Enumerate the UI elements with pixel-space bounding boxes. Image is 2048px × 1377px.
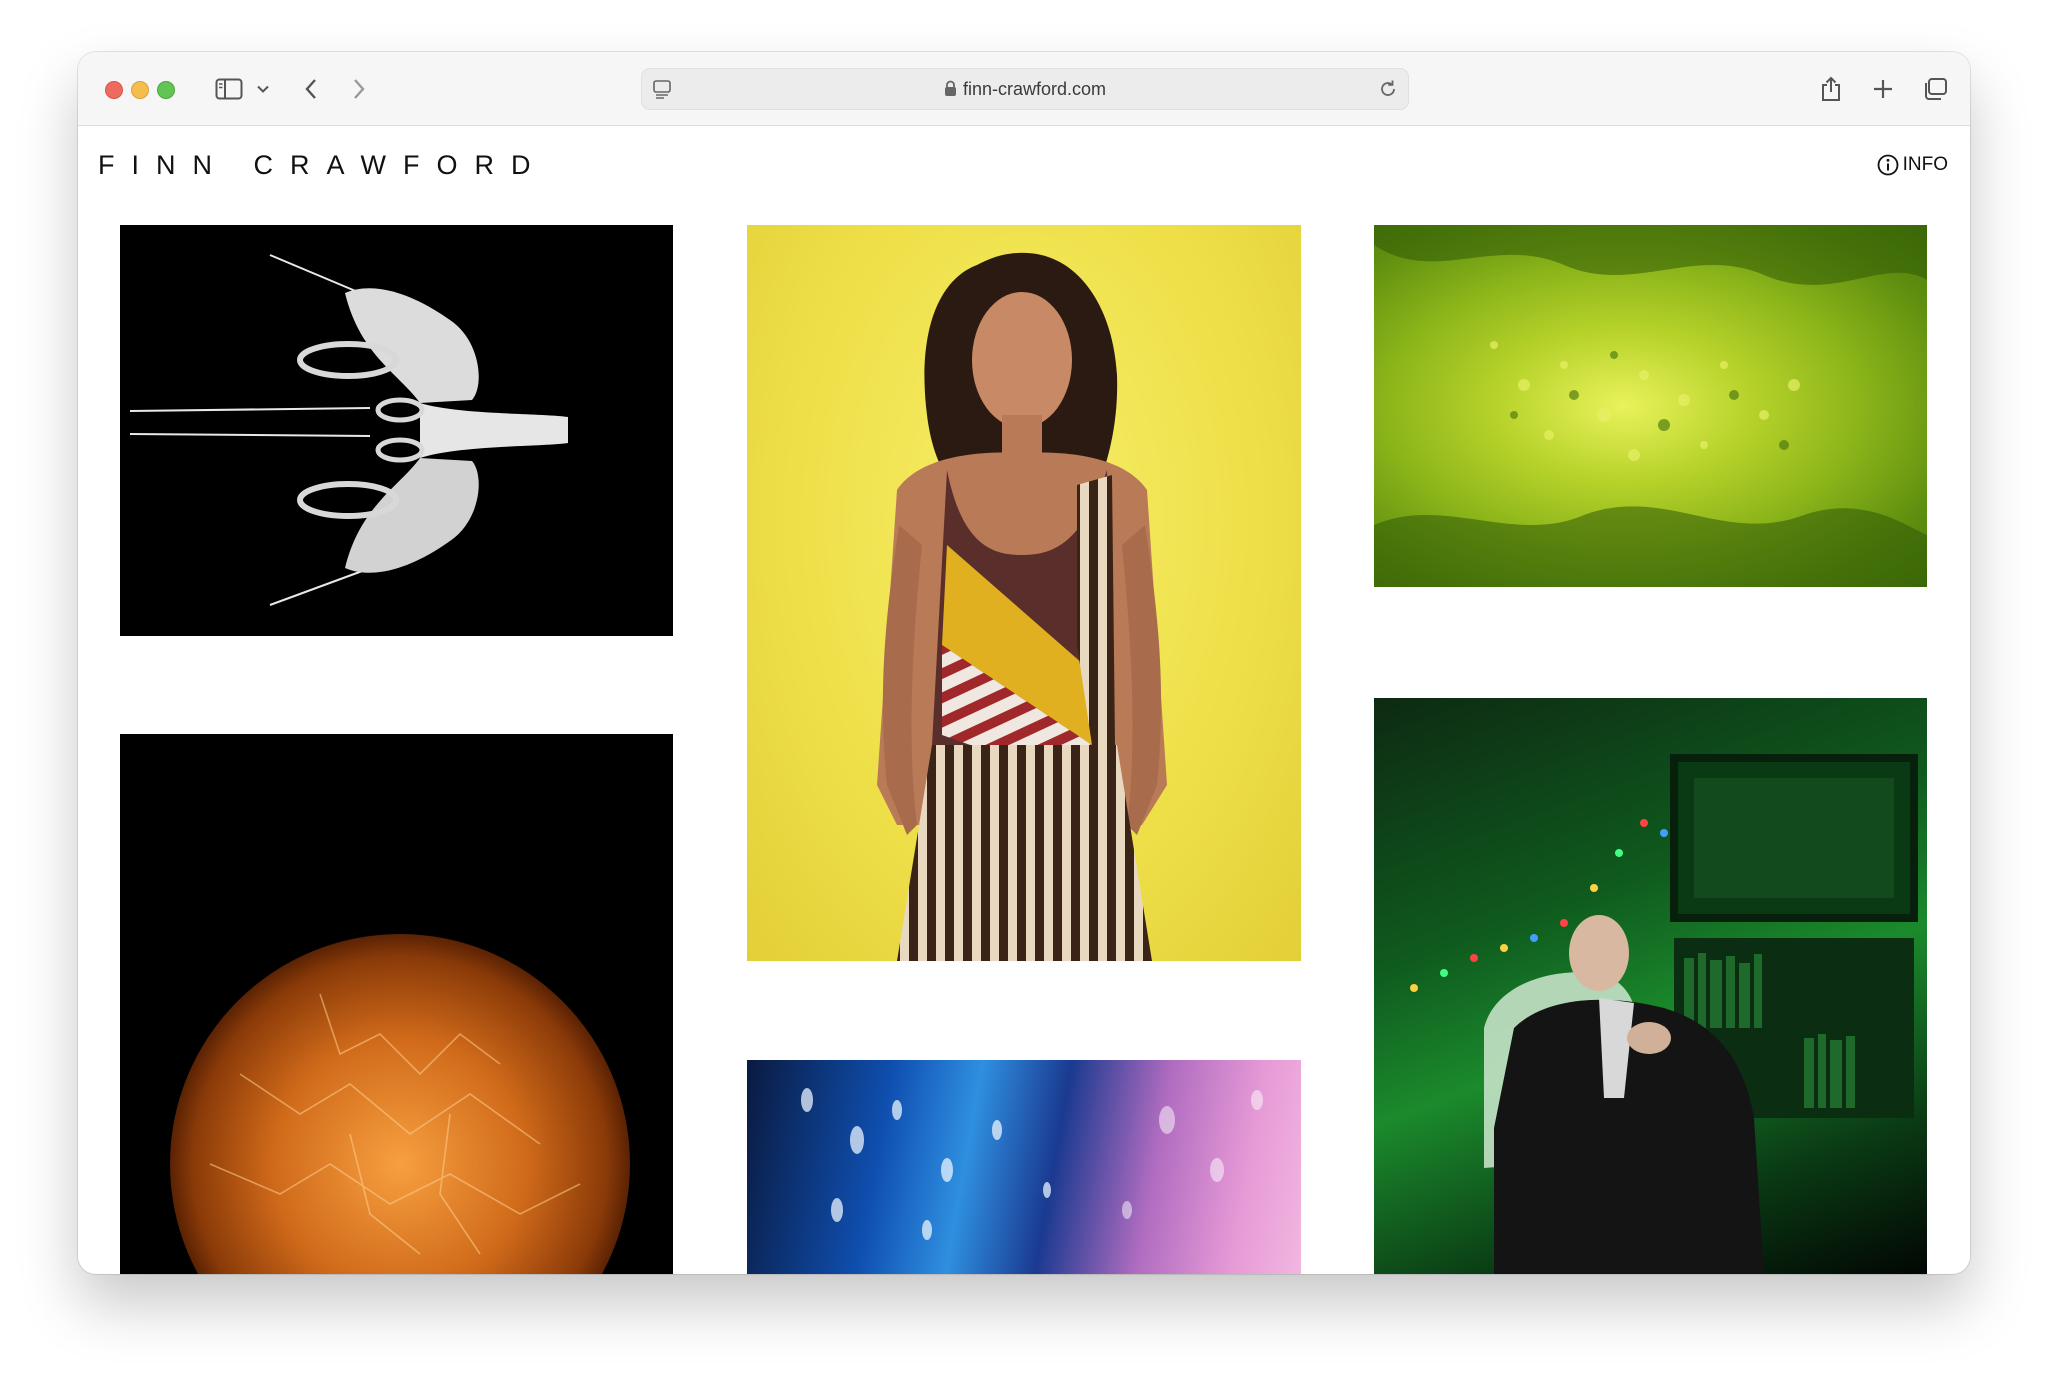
blue-pink-image (801, 1088, 1263, 1240)
gallery-photo-man-green-room[interactable] (1374, 698, 1927, 1274)
url-text: finn-crawford.com (962, 79, 1107, 99)
gallery-photo-orange-sphere[interactable] (120, 734, 673, 1274)
model-image (877, 252, 1167, 961)
tab-overview-button[interactable] (1919, 72, 1951, 106)
browser-toolbar: finn-crawford.com (78, 52, 1970, 126)
close-window-button[interactable] (105, 81, 123, 99)
gallery-photo-green-texture[interactable] (1374, 225, 1927, 587)
address-bar[interactable]: finn-crawford.com (641, 68, 1409, 110)
gallery-photo-blue-pink[interactable] (747, 1060, 1301, 1274)
forward-button[interactable] (346, 72, 372, 106)
sidebar-toggle-button[interactable] (212, 72, 246, 106)
share-icon (1822, 76, 1840, 101)
info-icon (1877, 154, 1899, 176)
man-green-room-image (1410, 754, 1918, 1274)
browser-window: finn-crawford.com FINN CRAWFORD INFO (78, 52, 1970, 1274)
minimize-window-button[interactable] (131, 81, 149, 99)
chevron-down-icon (257, 85, 269, 93)
gallery-photo-shoes[interactable] (120, 225, 673, 636)
web-page: FINN CRAWFORD INFO (78, 126, 1970, 1274)
url-display: finn-crawford.com (642, 69, 1408, 109)
green-texture-image (1374, 225, 1927, 587)
new-tab-button[interactable] (1868, 72, 1898, 106)
share-button[interactable] (1816, 72, 1846, 106)
orange-sphere-image (170, 934, 630, 1274)
tab-overview-icon (1925, 78, 1947, 100)
zoom-window-button[interactable] (157, 81, 175, 99)
chevron-left-icon (305, 79, 316, 99)
chevron-right-icon (354, 79, 365, 99)
back-button[interactable] (298, 72, 324, 106)
reload-icon[interactable] (1378, 79, 1398, 99)
info-label: INFO (1902, 154, 1948, 175)
shoes-image (129, 254, 568, 606)
lock-icon (944, 80, 956, 96)
info-link[interactable]: INFO (1877, 154, 1948, 176)
site-logo[interactable]: FINN CRAWFORD (98, 150, 547, 181)
plus-icon (1874, 80, 1892, 98)
gallery-photo-model[interactable] (747, 225, 1301, 961)
sidebar-menu-button[interactable] (254, 72, 272, 106)
sidebar-icon (215, 78, 243, 100)
